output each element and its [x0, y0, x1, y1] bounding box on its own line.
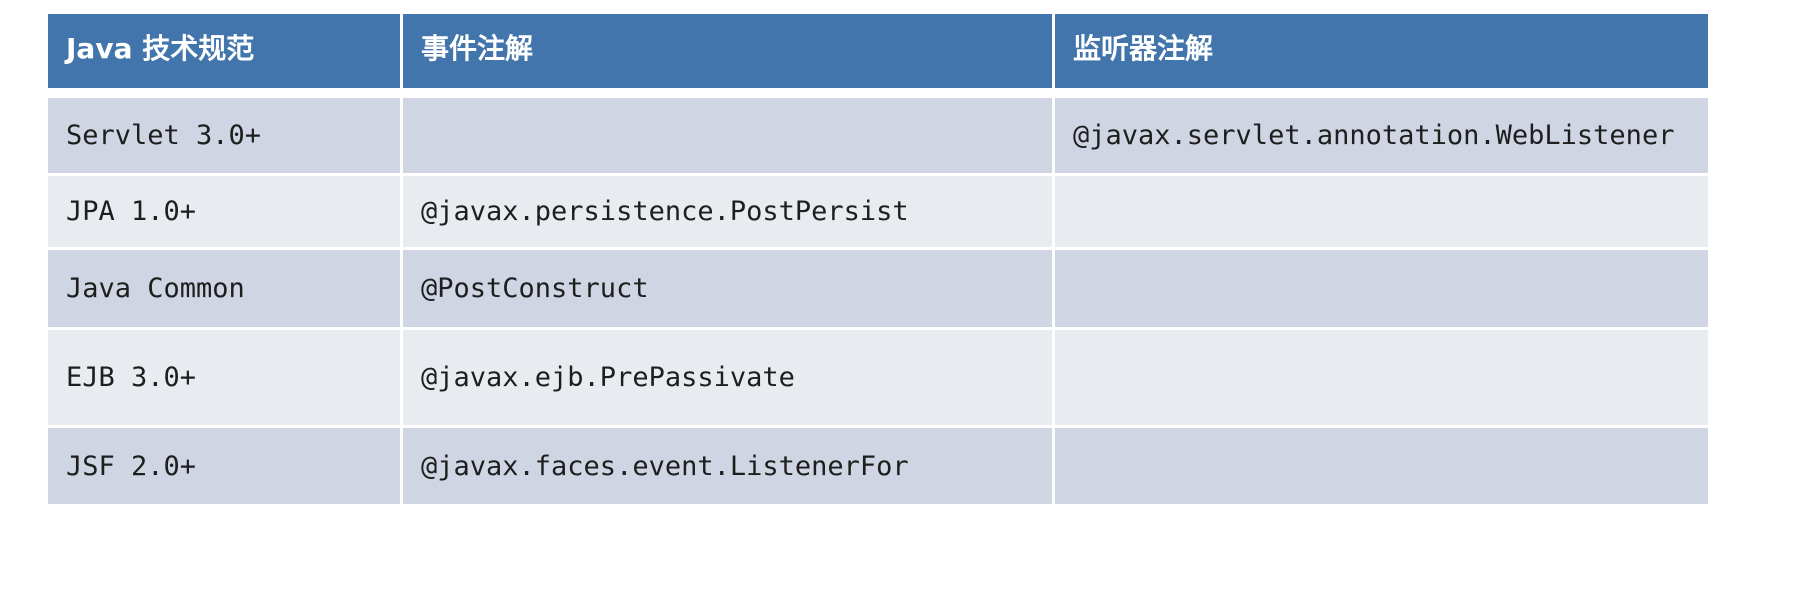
- cell-spec: Servlet 3.0+: [48, 98, 400, 173]
- cell-spec: JSF 2.0+: [48, 428, 400, 504]
- table-row: JPA 1.0+ @javax.persistence.PostPersist: [48, 176, 1708, 247]
- cell-event-annotation: @javax.persistence.PostPersist: [403, 176, 1052, 247]
- cell-spec: Java Common: [48, 250, 400, 327]
- cell-spec: JPA 1.0+: [48, 176, 400, 247]
- cell-event-annotation: @javax.ejb.PrePassivate: [403, 330, 1052, 425]
- page: Java 技术规范 事件注解 监听器注解 Servlet 3.0+ @javax…: [0, 0, 1806, 598]
- table-row: Java Common @PostConstruct: [48, 250, 1708, 327]
- cell-event-annotation: @PostConstruct: [403, 250, 1052, 327]
- cell-listener-annotation: [1055, 176, 1708, 247]
- cell-event-annotation: [403, 98, 1052, 173]
- cell-listener-annotation: [1055, 330, 1708, 425]
- table-header-row: Java 技术规范 事件注解 监听器注解: [48, 14, 1708, 88]
- cell-listener-annotation: [1055, 428, 1708, 504]
- header-java-spec: Java 技术规范: [48, 14, 400, 88]
- annotations-table: Java 技术规范 事件注解 监听器注解 Servlet 3.0+ @javax…: [45, 11, 1711, 507]
- cell-listener-annotation: [1055, 250, 1708, 327]
- cell-listener-annotation: @javax.servlet.annotation.WebListener: [1055, 98, 1708, 173]
- header-event-annotation: 事件注解: [403, 14, 1052, 88]
- table-row: Servlet 3.0+ @javax.servlet.annotation.W…: [48, 98, 1708, 173]
- table-row: JSF 2.0+ @javax.faces.event.ListenerFor: [48, 428, 1708, 504]
- cell-event-annotation: @javax.faces.event.ListenerFor: [403, 428, 1052, 504]
- header-gap: [48, 91, 1708, 95]
- table-row: EJB 3.0+ @javax.ejb.PrePassivate: [48, 330, 1708, 425]
- header-listener-annotation: 监听器注解: [1055, 14, 1708, 88]
- cell-spec: EJB 3.0+: [48, 330, 400, 425]
